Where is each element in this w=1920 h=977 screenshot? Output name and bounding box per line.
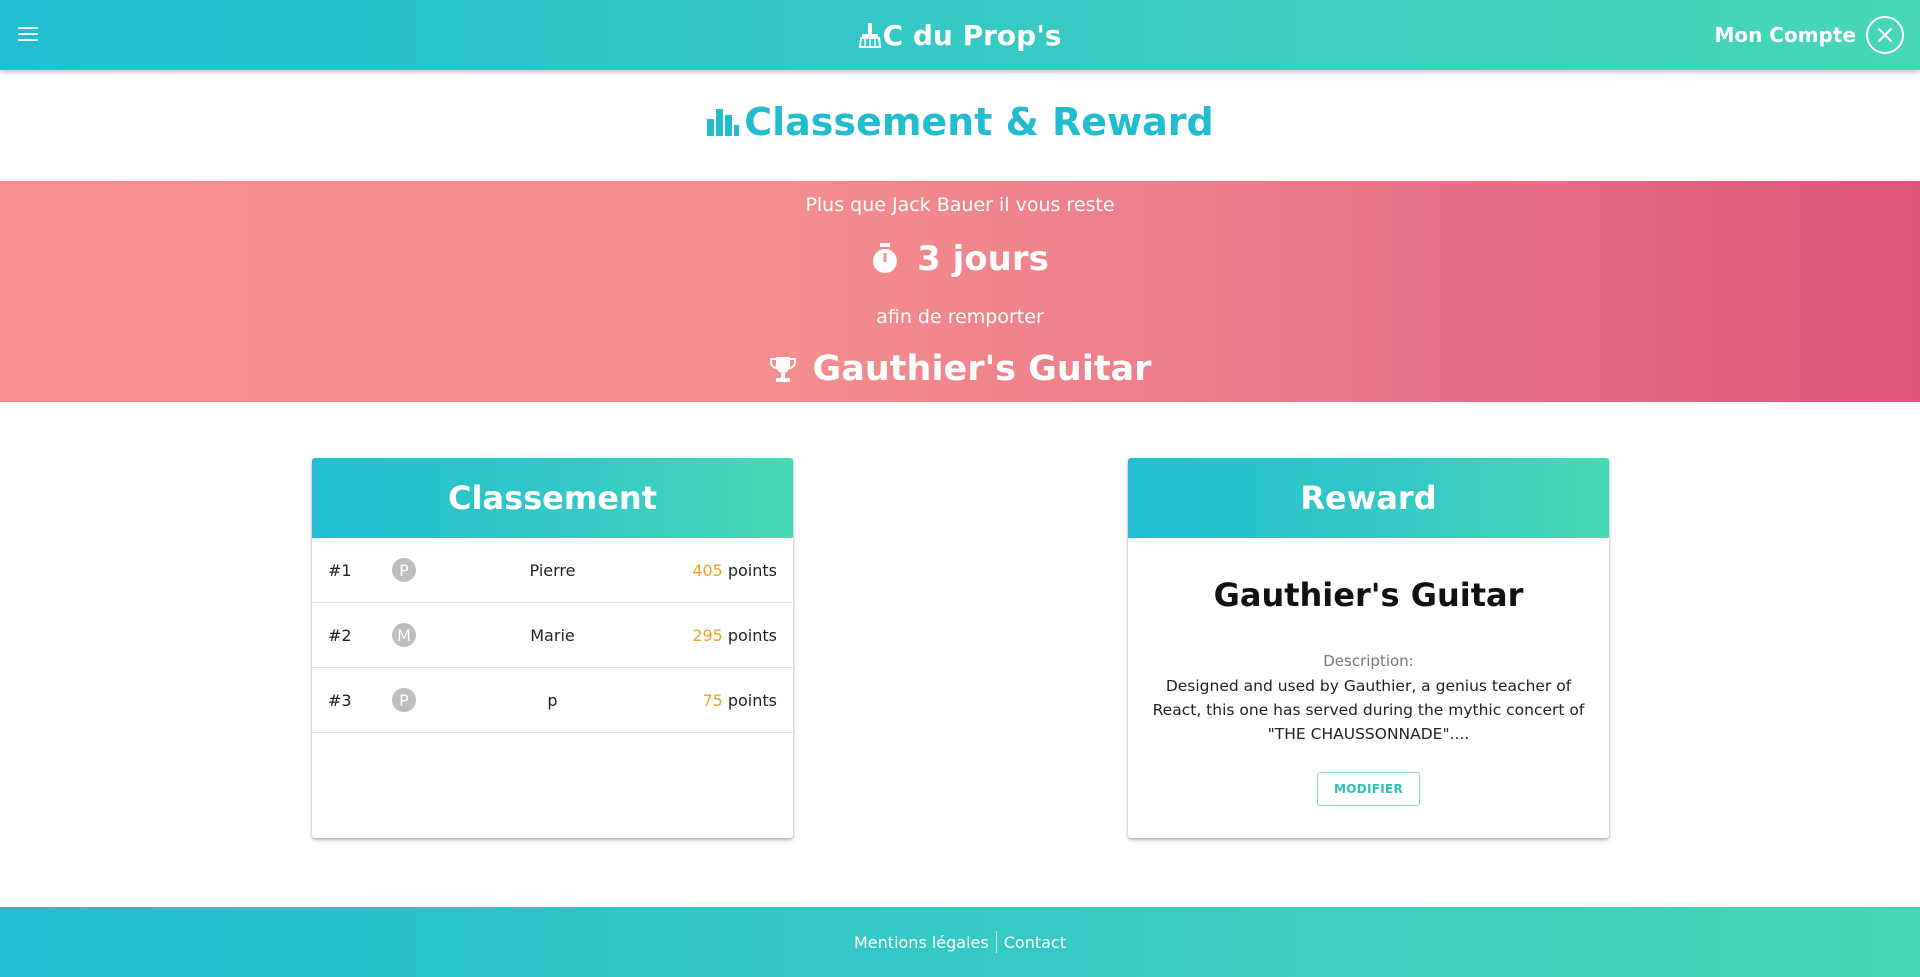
reward-description: Designed and used by Gauthier, a genius … <box>1152 677 1585 743</box>
footer: Mentions légales Contact <box>0 907 1920 977</box>
top-app-bar: C du Prop's Mon Compte <box>0 0 1920 70</box>
page-title-text: Classement & Reward <box>744 100 1214 144</box>
player-score: 75 points <box>703 691 778 710</box>
avatar: P <box>392 558 416 582</box>
player-score: 295 points <box>692 626 777 645</box>
ranking-list: #1 P Pierre 405 points #2 M Marie 295 po… <box>312 538 793 733</box>
banner-subtext: afin de remporter <box>876 306 1044 328</box>
account-label: Mon Compte <box>1714 23 1856 47</box>
app-title: C du Prop's <box>882 18 1062 52</box>
menu-icon[interactable] <box>18 25 38 43</box>
reward-name: Gauthier's Guitar <box>1213 576 1524 614</box>
countdown-banner: Plus que Jack Bauer il vous reste 3 jour… <box>0 181 1920 402</box>
modify-button[interactable]: MODIFIER <box>1316 772 1421 806</box>
points-value: 405 <box>692 560 723 580</box>
points-value: 75 <box>702 690 723 710</box>
reward-body: Gauthier's Guitar Description: Designed … <box>1128 576 1609 806</box>
banner-intro: Plus que Jack Bauer il vous reste <box>805 194 1115 216</box>
bar-chart-icon <box>707 109 740 136</box>
countdown-value: 3 jours <box>917 239 1049 279</box>
rank-position: #3 <box>328 690 352 710</box>
avatar: M <box>392 623 416 647</box>
ranking-row: #2 M Marie 295 points <box>312 603 793 668</box>
points-value: 295 <box>692 625 723 645</box>
ranking-row: #3 P p 75 points <box>312 668 793 733</box>
player-score: 405 points <box>692 561 777 580</box>
avatar: P <box>392 688 416 712</box>
description-label: Description: <box>1323 652 1414 670</box>
banner-prize: Gauthier's Guitar <box>0 349 1920 389</box>
points-label: points <box>727 560 777 580</box>
ranking-row: #1 P Pierre 405 points <box>312 538 793 603</box>
broom-icon <box>858 23 881 48</box>
reward-card: Reward Gauthier's Guitar Description: De… <box>1128 458 1609 838</box>
stopwatch-icon <box>873 243 898 273</box>
ranking-card: Classement #1 P Pierre 405 points #2 M M… <box>312 458 793 838</box>
banner-prize-name: Gauthier's Guitar <box>812 349 1152 389</box>
contact-link[interactable]: Contact <box>997 933 1073 952</box>
ranking-card-title: Classement <box>312 458 793 538</box>
account-button[interactable]: Mon Compte <box>1714 16 1904 54</box>
legal-link[interactable]: Mentions légales <box>847 933 996 952</box>
app-brand[interactable]: C du Prop's <box>858 18 1062 52</box>
trophy-icon <box>769 357 796 382</box>
page-title: Classement & Reward <box>0 100 1920 144</box>
countdown: 3 jours <box>0 239 1920 279</box>
rank-position: #2 <box>328 625 352 645</box>
points-label: points <box>727 625 777 645</box>
reward-card-title: Reward <box>1128 458 1609 538</box>
rank-position: #1 <box>328 560 352 580</box>
points-label: points <box>727 690 777 710</box>
close-icon[interactable] <box>1866 16 1904 54</box>
